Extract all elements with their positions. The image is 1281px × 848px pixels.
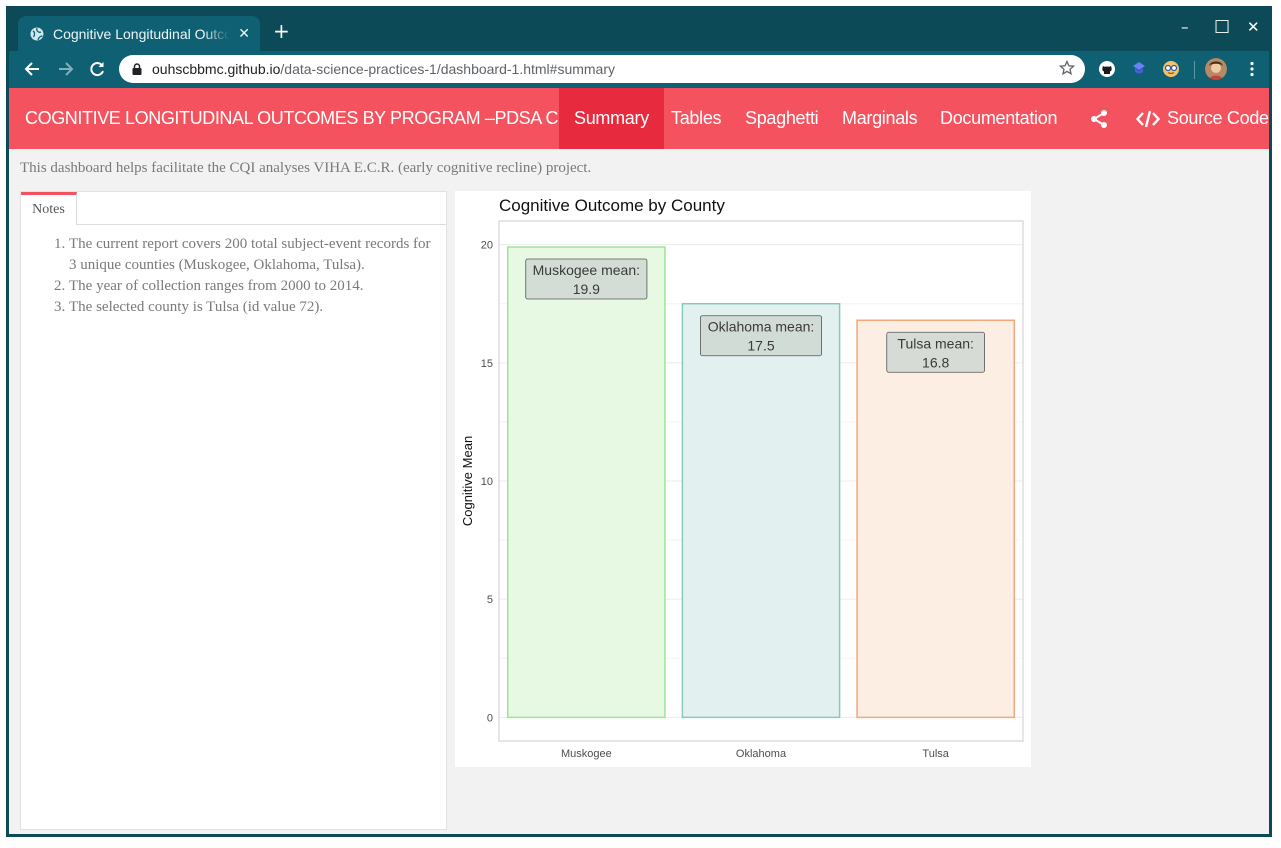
dashboard-description: This dashboard helps facilitate the CQI …: [20, 160, 592, 176]
y-axis-label: Cognitive Mean: [460, 436, 475, 526]
new-tab-button[interactable]: +: [273, 21, 290, 41]
menu-icon[interactable]: [1243, 60, 1261, 78]
y-tick-label: 0: [487, 712, 493, 724]
nav-documentation[interactable]: Documentation: [940, 88, 1057, 149]
dashboard-navbar: COGNITIVE LONGITUDINAL OUTCOMES BY PROGR…: [9, 88, 1269, 149]
address-bar[interactable]: ouhscbbmc.github.io /data-science-practi…: [119, 55, 1085, 83]
data-label-title: Tulsa mean:: [897, 335, 974, 351]
source-code-label: Source Code: [1167, 108, 1269, 128]
x-tick-label: Muskogee: [561, 748, 612, 760]
data-label-value: 19.9: [573, 281, 600, 297]
source-code-link[interactable]: Source Code: [1136, 88, 1269, 149]
reload-icon[interactable]: [86, 58, 108, 80]
x-tick-label: Oklahoma: [736, 748, 787, 760]
cognitive-outcome-chart: Cognitive Outcome by County 0 5 10 15 20 Musko…: [460, 196, 1024, 760]
tab-title: Cognitive Longitudinal Outcomes: [52, 25, 230, 42]
profile-avatar[interactable]: [1205, 58, 1227, 80]
data-label-title: Oklahoma mean:: [708, 319, 815, 335]
y-tick-label: 5: [487, 594, 493, 606]
list-item: The current report covers 200 total subj…: [69, 234, 439, 276]
data-label-value: 17.5: [747, 338, 774, 354]
close-window-button[interactable]: ✕: [1247, 18, 1260, 36]
bar: [681, 302, 841, 719]
browser-window: Cognitive Longitudinal Outcomes ✕ + – □ …: [6, 6, 1272, 837]
nav-spaghetti[interactable]: Spaghetti: [745, 88, 819, 149]
list-item: The selected county is Tulsa (id value 7…: [69, 297, 439, 318]
chart-panel: Cognitive Outcome by County 0 5 10 15 20 Musko…: [455, 191, 1031, 767]
tab-notes[interactable]: Notes: [21, 192, 77, 225]
lock-icon: [132, 63, 142, 75]
forward-arrow-icon[interactable]: [54, 58, 76, 80]
notes-list: The current report covers 200 total subj…: [69, 234, 439, 318]
dashboard-title: COGNITIVE LONGITUDINAL OUTCOMES BY PROGR…: [25, 108, 618, 128]
minimize-button[interactable]: –: [1181, 18, 1189, 36]
extension-icon[interactable]: [1162, 60, 1180, 78]
bar: [856, 319, 1016, 719]
browser-tab[interactable]: Cognitive Longitudinal Outcomes ✕: [18, 16, 260, 51]
maximize-button[interactable]: □: [1214, 16, 1230, 36]
data-label-title: Muskogee mean:: [533, 262, 640, 278]
nav-summary[interactable]: Summary: [559, 88, 664, 149]
github-icon[interactable]: [1098, 60, 1116, 78]
title-bar: Cognitive Longitudinal Outcomes ✕ + – □ …: [9, 9, 1269, 51]
y-tick-label: 20: [481, 240, 493, 252]
list-item: The year of collection ranges from 2000 …: [69, 276, 439, 297]
x-tick-label: Tulsa: [922, 748, 949, 760]
y-tick-label: 10: [481, 476, 493, 488]
y-tick-label: 15: [481, 358, 493, 370]
url-host: ouhscbbmc.github.io: [152, 61, 281, 77]
toolbar-divider: [1194, 61, 1195, 79]
chart-title: Cognitive Outcome by County: [499, 196, 725, 215]
tab-divider: [77, 224, 446, 225]
notes-panel: Notes The current report covers 200 tota…: [20, 191, 447, 830]
tab-close-icon[interactable]: ✕: [238, 26, 250, 42]
globe-icon: [30, 27, 44, 40]
data-label-value: 16.8: [922, 354, 949, 370]
code-icon: [1136, 110, 1160, 127]
share-icon[interactable]: [1090, 109, 1108, 129]
bar: [506, 246, 666, 719]
extension-icon[interactable]: [1130, 60, 1148, 78]
nav-tables[interactable]: Tables: [671, 88, 722, 149]
url-path: /data-science-practices-1/dashboard-1.ht…: [280, 61, 616, 77]
nav-marginals[interactable]: Marginals: [842, 88, 918, 149]
browser-toolbar: ouhscbbmc.github.io /data-science-practi…: [9, 51, 1269, 88]
star-icon[interactable]: [1059, 60, 1075, 76]
back-arrow-icon[interactable]: [22, 58, 44, 80]
